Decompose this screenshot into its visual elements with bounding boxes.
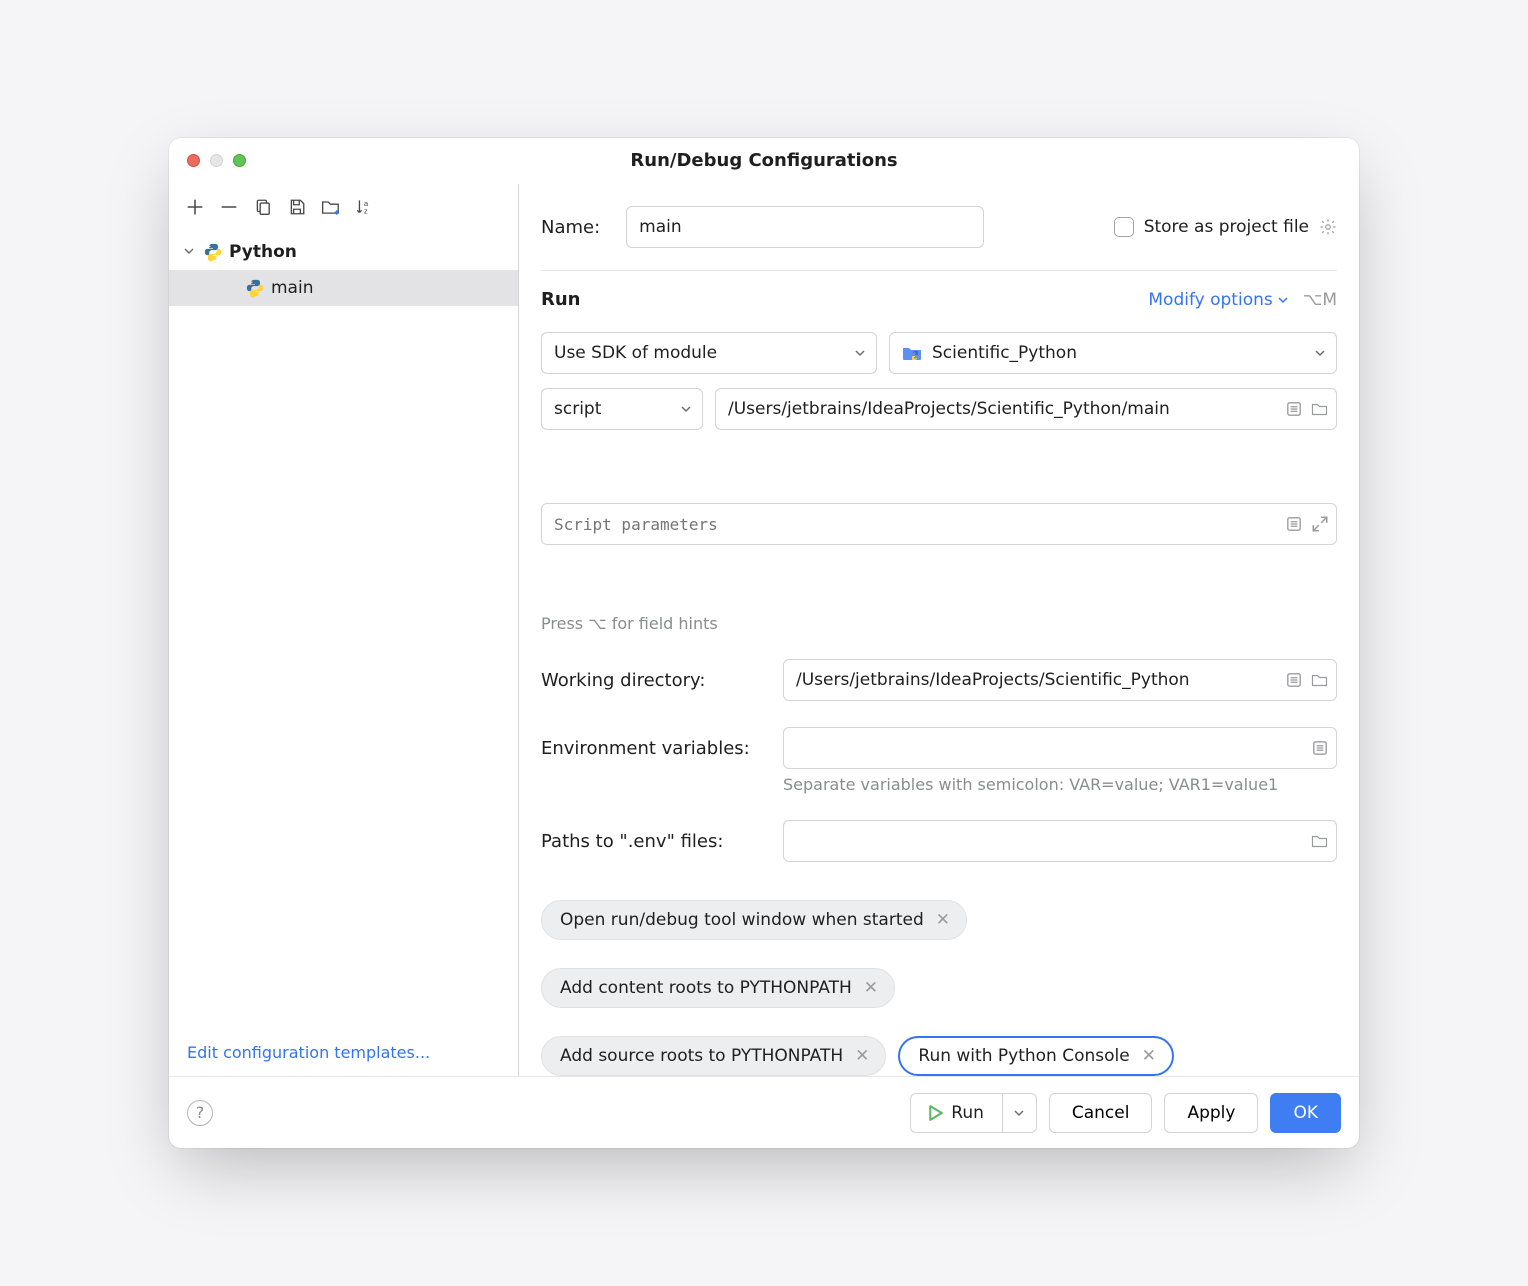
browse-folder-icon[interactable] <box>1311 832 1329 850</box>
list-edit-icon[interactable] <box>1285 400 1303 418</box>
chip-open-tool-window[interactable]: Open run/debug tool window when started … <box>541 900 967 940</box>
list-edit-icon[interactable] <box>1285 515 1303 533</box>
chevron-down-icon <box>680 403 692 415</box>
sidebar: az Python main <box>169 184 519 1076</box>
remove-config-icon[interactable] <box>219 197 239 217</box>
tree-group-python[interactable]: Python <box>169 234 518 270</box>
copy-config-icon[interactable] <box>253 197 273 217</box>
name-input[interactable] <box>626 206 984 248</box>
sort-alpha-icon[interactable]: az <box>355 197 375 217</box>
module-select[interactable]: Scientific_Python <box>889 332 1337 374</box>
browse-folder-icon[interactable] <box>1311 671 1329 689</box>
close-icon[interactable]: ✕ <box>855 1046 869 1066</box>
tree-item-label: main <box>271 278 313 298</box>
help-icon[interactable]: ? <box>187 1100 213 1126</box>
options-chips: Open run/debug tool window when started … <box>541 900 1337 1076</box>
params-hint: Press ⌥ for field hints <box>541 614 1337 633</box>
dialog-footer: ? Run Cancel Apply OK <box>169 1076 1359 1148</box>
chevron-down-icon <box>183 245 197 259</box>
sdk-mode-select[interactable]: Use SDK of module <box>541 332 877 374</box>
script-mode-select[interactable]: script <box>541 388 703 430</box>
main-panel: Name: Store as project file Run <box>519 184 1359 1076</box>
env-vars-label: Environment variables: <box>541 738 773 759</box>
env-vars-hint: Separate variables with semicolon: VAR=v… <box>783 775 1337 794</box>
python-icon <box>245 278 265 298</box>
add-config-icon[interactable] <box>185 197 205 217</box>
config-tree: Python main <box>169 224 518 1029</box>
run-split-button: Run <box>910 1093 1037 1133</box>
tree-item-main[interactable]: main <box>169 270 518 306</box>
name-row: Name: Store as project file <box>541 206 1337 248</box>
gear-icon[interactable] <box>1319 218 1337 236</box>
working-dir-label: Working directory: <box>541 670 773 691</box>
play-icon <box>929 1105 943 1121</box>
run-section-header: Run Modify options ⌥M <box>541 289 1337 310</box>
edit-templates-link[interactable]: Edit configuration templates... <box>187 1043 430 1062</box>
new-folder-icon[interactable] <box>321 197 341 217</box>
script-params-input[interactable] <box>541 503 1337 545</box>
modify-options-shortcut: ⌥M <box>1303 290 1337 310</box>
apply-button[interactable]: Apply <box>1164 1093 1258 1133</box>
checkbox-icon[interactable] <box>1114 217 1134 237</box>
working-dir-input[interactable] <box>783 659 1337 701</box>
svg-text:z: z <box>364 207 368 216</box>
run-dropdown-button[interactable] <box>1002 1094 1036 1132</box>
close-icon[interactable]: ✕ <box>936 910 950 930</box>
browse-folder-icon[interactable] <box>1311 400 1329 418</box>
dotenv-input[interactable] <box>783 820 1337 862</box>
titlebar: Run/Debug Configurations <box>169 138 1359 184</box>
ok-button[interactable]: OK <box>1270 1093 1341 1133</box>
sidebar-toolbar: az <box>169 190 518 224</box>
store-label: Store as project file <box>1144 217 1309 237</box>
close-icon[interactable]: ✕ <box>864 978 878 998</box>
name-label: Name: <box>541 217 600 238</box>
expand-icon[interactable] <box>1311 515 1329 533</box>
script-path-input[interactable] <box>715 388 1337 430</box>
save-config-icon[interactable] <box>287 197 307 217</box>
window-title: Run/Debug Configurations <box>169 150 1359 171</box>
close-icon[interactable]: ✕ <box>1142 1046 1156 1066</box>
chip-python-console[interactable]: Run with Python Console ✕ <box>898 1036 1174 1076</box>
dotenv-label: Paths to ".env" files: <box>541 831 773 852</box>
list-edit-icon[interactable] <box>1311 739 1329 757</box>
env-vars-input[interactable] <box>783 727 1337 769</box>
chevron-down-icon <box>854 347 866 359</box>
chip-content-roots[interactable]: Add content roots to PYTHONPATH ✕ <box>541 968 895 1008</box>
cancel-button[interactable]: Cancel <box>1049 1093 1153 1133</box>
module-folder-icon <box>902 344 922 362</box>
modify-options-link[interactable]: Modify options <box>1148 290 1288 310</box>
chip-source-roots[interactable]: Add source roots to PYTHONPATH ✕ <box>541 1036 886 1076</box>
list-edit-icon[interactable] <box>1285 671 1303 689</box>
dialog-window: Run/Debug Configurations <box>169 138 1359 1148</box>
run-section-title: Run <box>541 289 581 310</box>
chevron-down-icon <box>1314 347 1326 359</box>
store-as-project-file[interactable]: Store as project file <box>1114 217 1337 237</box>
run-button[interactable]: Run <box>911 1094 1002 1132</box>
python-icon <box>203 242 223 262</box>
tree-group-label: Python <box>229 242 297 262</box>
